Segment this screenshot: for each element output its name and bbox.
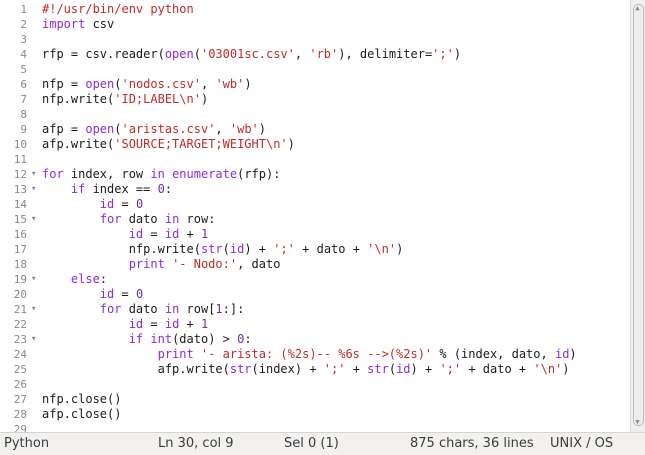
code-line[interactable]: 7 nfp.write('ID;LABEL\n') bbox=[0, 92, 630, 107]
code-line[interactable]: 17 nfp.write(str(id) + ';' + dato + '\n'… bbox=[0, 242, 630, 257]
code-line[interactable]: 22 id = id + 1 bbox=[0, 317, 630, 332]
line-number: 8 bbox=[20, 108, 27, 121]
line-number: 2 bbox=[20, 18, 27, 31]
code-line[interactable]: 15 ▾ for dato in row: bbox=[0, 212, 630, 227]
fold-toggle-icon[interactable]: ▾ bbox=[31, 332, 36, 347]
code-text: for index, row in enumerate(rfp): bbox=[42, 167, 281, 181]
line-number: 15 bbox=[13, 213, 27, 226]
code-text: nfp.write('ID;LABEL\n') bbox=[42, 92, 209, 106]
line-number: 17 bbox=[13, 243, 27, 256]
code-text: afp.write('SOURCE;TARGET;WEIGHT\n') bbox=[42, 137, 295, 151]
scrollbar-thumb[interactable] bbox=[633, 4, 644, 426]
scroll-up-icon[interactable]: ▲ bbox=[632, 4, 643, 13]
language-indicator[interactable]: Python bbox=[4, 436, 49, 451]
code-line[interactable]: 3 bbox=[0, 32, 630, 47]
code-text: id = id + 1 bbox=[128, 227, 209, 241]
code-text: if index == 0: bbox=[70, 182, 173, 196]
code-line[interactable]: 23 ▾ if int(dato) > 0: bbox=[0, 332, 630, 347]
code-line[interactable]: 19 ▾ else: bbox=[0, 272, 630, 287]
code-line[interactable]: 13 ▾ if index == 0: bbox=[0, 182, 630, 197]
code-editor[interactable]: 1 #!/usr/bin/env python 2 import csv 3 4 rfp =… bbox=[0, 0, 630, 432]
code-text: print '- Nodo:', dato bbox=[128, 257, 281, 271]
line-number: 29 bbox=[13, 423, 27, 432]
code-text: id = id + 1 bbox=[128, 317, 209, 331]
line-number: 19 bbox=[13, 273, 27, 286]
code-text: afp.close() bbox=[42, 407, 122, 421]
code-text: import csv bbox=[42, 17, 115, 31]
fold-toggle-icon[interactable]: ▾ bbox=[31, 182, 36, 197]
code-line[interactable]: 24 print '- arista: (%2s)-- %6s -->(%2s)… bbox=[0, 347, 630, 362]
line-number: 1 bbox=[20, 3, 27, 16]
document-stats: 875 chars, 36 lines bbox=[410, 436, 534, 451]
code-text: for dato in row[1:]: bbox=[99, 302, 245, 316]
cursor-position: Ln 30, col 9 bbox=[158, 436, 234, 451]
code-text: for dato in row: bbox=[99, 212, 216, 226]
code-line[interactable]: 12 ▾ for index, row in enumerate(rfp): bbox=[0, 167, 630, 182]
line-number: 10 bbox=[13, 138, 27, 151]
line-number: 13 bbox=[13, 183, 27, 196]
code-line[interactable]: 14 id = 0 bbox=[0, 197, 630, 212]
code-text: nfp.write(str(id) + ';' + dato + '\n') bbox=[42, 242, 404, 256]
scroll-down-icon[interactable]: ▼ bbox=[632, 418, 643, 427]
line-number: 4 bbox=[20, 48, 27, 61]
fold-toggle-icon[interactable]: ▾ bbox=[31, 212, 36, 227]
code-text: nfp = open('nodos.csv', 'wb') bbox=[42, 77, 252, 91]
code-text: afp = open('aristas.csv', 'wb') bbox=[42, 122, 267, 136]
selection-info: Sel 0 (1) bbox=[284, 436, 339, 451]
code-line[interactable]: 10 afp.write('SOURCE;TARGET;WEIGHT\n') bbox=[0, 137, 630, 152]
code-line[interactable]: 26 bbox=[0, 377, 630, 392]
code-line[interactable]: 27 nfp.close() bbox=[0, 392, 630, 407]
fold-toggle-icon[interactable]: ▾ bbox=[31, 302, 36, 317]
code-line[interactable]: 9 afp = open('aristas.csv', 'wb') bbox=[0, 122, 630, 137]
code-line[interactable]: 20 id = 0 bbox=[0, 287, 630, 302]
code-line[interactable]: 29 bbox=[0, 422, 630, 432]
code-line[interactable]: 18 print '- Nodo:', dato bbox=[0, 257, 630, 272]
line-number: 9 bbox=[20, 123, 27, 136]
line-number: 16 bbox=[13, 228, 27, 241]
code-text: rfp = csv.reader(open('03001sc.csv', 'rb… bbox=[42, 47, 462, 61]
line-number: 14 bbox=[13, 198, 27, 211]
line-number: 22 bbox=[13, 318, 27, 331]
code-text: if int(dato) > 0: bbox=[128, 332, 252, 346]
line-number: 25 bbox=[13, 363, 27, 376]
code-text: nfp.close() bbox=[42, 392, 122, 406]
line-number: 21 bbox=[13, 303, 27, 316]
code-line[interactable]: 21 ▾ for dato in row[1:]: bbox=[0, 302, 630, 317]
code-line[interactable]: 28 afp.close() bbox=[0, 407, 630, 422]
line-number: 7 bbox=[20, 93, 27, 106]
status-bar: Python Ln 30, col 9 Sel 0 (1) 875 chars,… bbox=[0, 432, 645, 455]
code-text: #!/usr/bin/env python bbox=[42, 2, 194, 16]
code-text: id = 0 bbox=[99, 287, 144, 301]
code-line[interactable]: 6 nfp = open('nodos.csv', 'wb') bbox=[0, 77, 630, 92]
fold-toggle-icon[interactable]: ▾ bbox=[31, 272, 36, 287]
line-number: 28 bbox=[13, 408, 27, 421]
code-text: afp.write(str(index) + ';' + str(id) + '… bbox=[42, 362, 570, 376]
line-ending-indicator[interactable]: UNIX / OS bbox=[550, 436, 613, 451]
code-text: else: bbox=[70, 272, 108, 286]
code-line[interactable]: 8 bbox=[0, 107, 630, 122]
code-line[interactable]: 25 afp.write(str(index) + ';' + str(id) … bbox=[0, 362, 630, 377]
line-number: 20 bbox=[13, 288, 27, 301]
line-number: 18 bbox=[13, 258, 27, 271]
code-line[interactable]: 16 id = id + 1 bbox=[0, 227, 630, 242]
code-text: print '- arista: (%2s)-- %6s -->(%2s)' %… bbox=[157, 347, 577, 361]
line-number: 6 bbox=[20, 78, 27, 91]
code-line[interactable]: 1 #!/usr/bin/env python bbox=[0, 2, 630, 17]
line-number: 3 bbox=[20, 33, 27, 46]
code-line[interactable]: 5 bbox=[0, 62, 630, 77]
code-text: id = 0 bbox=[99, 197, 144, 211]
line-number: 12 bbox=[13, 168, 27, 181]
code-line[interactable]: 11 bbox=[0, 152, 630, 167]
code-line[interactable]: 2 import csv bbox=[0, 17, 630, 32]
code-line[interactable]: 4 rfp = csv.reader(open('03001sc.csv', 'r… bbox=[0, 47, 630, 62]
line-number: 11 bbox=[13, 153, 27, 166]
line-number: 27 bbox=[13, 393, 27, 406]
line-number: 23 bbox=[13, 333, 27, 346]
line-number: 26 bbox=[13, 378, 27, 391]
fold-toggle-icon[interactable]: ▾ bbox=[31, 167, 36, 182]
line-number: 24 bbox=[13, 348, 27, 361]
line-number: 5 bbox=[20, 63, 27, 76]
